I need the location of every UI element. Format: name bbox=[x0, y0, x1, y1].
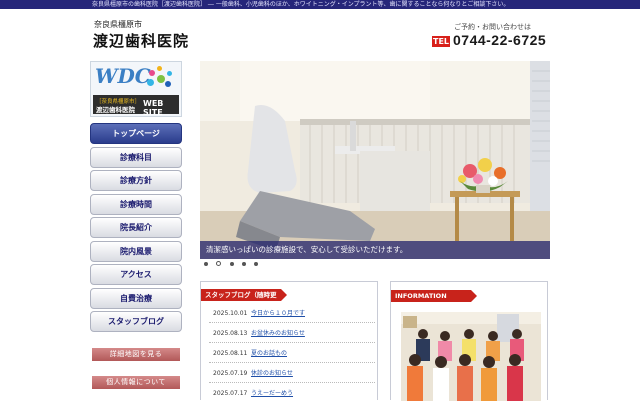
nav-item-staff-blog[interactable]: スタッフブログ bbox=[90, 311, 182, 332]
clinic-location: 奈良県橿原市 bbox=[94, 20, 142, 29]
blog-row: 2025.07.17 うえーだーめう bbox=[209, 384, 375, 403]
hero-slideshow[interactable]: 清潔感いっぱいの診療施設で、安心して受診いただけます。 bbox=[200, 61, 550, 259]
nav-item-treatments[interactable]: 診療科目 bbox=[90, 146, 182, 168]
staff-blog-panel: スタッフブログ（随時更新） 2025.10.01 今日から１０月です 2025.… bbox=[200, 281, 378, 400]
blog-date: 2025.08.13 bbox=[213, 330, 248, 337]
blog-row: 2025.08.13 お盆休みのお知らせ bbox=[209, 324, 375, 343]
blog-date: 2025.07.17 bbox=[213, 390, 248, 397]
blog-link[interactable]: 夏のお話もの bbox=[251, 344, 287, 363]
pager-dot[interactable] bbox=[254, 262, 258, 266]
nav-item-top[interactable]: トップページ bbox=[90, 123, 182, 144]
site-header: 奈良県橿原市 渡辺歯科医院 ご予約・お問い合わせは TEL 0744-22-67… bbox=[0, 9, 640, 56]
logo-line3: WEB SITE bbox=[143, 99, 164, 117]
nav-item-access[interactable]: アクセス bbox=[90, 264, 182, 285]
clinic-name-link[interactable]: 渡辺歯科医院 bbox=[93, 30, 189, 51]
blog-link[interactable]: 今日から１０月です bbox=[251, 304, 305, 323]
information-panel: INFORMATION bbox=[390, 281, 548, 401]
logo-line2: 渡辺歯科医院 bbox=[96, 106, 135, 114]
sidebar-nav: トップページ 診療科目 診療方針 診療時間 院長紹介 院内風景 アクセス 自費治… bbox=[90, 123, 182, 335]
staff-photo bbox=[401, 312, 541, 401]
phone-number[interactable]: 0744-22-6725 bbox=[453, 32, 546, 48]
pager-dot[interactable] bbox=[204, 262, 208, 266]
pager-dot[interactable] bbox=[230, 262, 234, 266]
info-heading: INFORMATION bbox=[391, 290, 477, 302]
logo-mark: WDC bbox=[95, 64, 151, 88]
map-button[interactable]: 詳細地図を見る bbox=[92, 348, 180, 361]
privacy-button[interactable]: 個人情報について bbox=[92, 376, 180, 389]
pager-dot-active[interactable] bbox=[216, 261, 221, 266]
contact-label: ご予約・お問い合わせは bbox=[454, 23, 531, 31]
blog-date: 2025.07.19 bbox=[213, 370, 248, 377]
tel-badge: TEL bbox=[432, 36, 450, 47]
pager-dot[interactable] bbox=[242, 262, 246, 266]
top-banner: 奈良県橿原市の歯科医院［渡辺歯科医院］ ― 一般歯科、小児歯科のほか、ホワイトニ… bbox=[0, 0, 640, 9]
blog-date: 2025.10.01 bbox=[213, 310, 248, 317]
nav-item-self-pay[interactable]: 自費治療 bbox=[90, 287, 182, 309]
clinic-interior-photo bbox=[200, 61, 550, 259]
blog-row: 2025.08.11 夏のお話もの bbox=[209, 344, 375, 363]
nav-item-policy[interactable]: 診療方針 bbox=[90, 170, 182, 191]
blog-link[interactable]: お盆休みのお知らせ bbox=[251, 324, 305, 343]
blog-link[interactable]: うえーだーめう bbox=[251, 384, 293, 403]
blog-link[interactable]: 休診のお知らせ bbox=[251, 364, 293, 383]
staff-group-image bbox=[401, 312, 541, 401]
blog-row: 2025.10.01 今日から１０月です bbox=[209, 304, 375, 323]
nav-item-hours[interactable]: 診療時間 bbox=[90, 193, 182, 215]
blog-date: 2025.08.11 bbox=[213, 350, 248, 357]
site-logo[interactable]: WDC ［奈良県橿原市］ 渡辺歯科医院 WEB SITE bbox=[90, 61, 182, 117]
blog-heading: スタッフブログ（随時更新） bbox=[201, 289, 287, 311]
logo-plate: ［奈良県橿原市］ 渡辺歯科医院 WEB SITE bbox=[93, 95, 179, 117]
blog-row: 2025.07.19 休診のお知らせ bbox=[209, 364, 375, 383]
nav-item-director[interactable]: 院長紹介 bbox=[90, 217, 182, 238]
hero-caption: 清潔感いっぱいの診療施設で、安心して受診いただけます。 bbox=[200, 241, 550, 259]
nav-item-interior[interactable]: 院内風景 bbox=[90, 240, 182, 262]
